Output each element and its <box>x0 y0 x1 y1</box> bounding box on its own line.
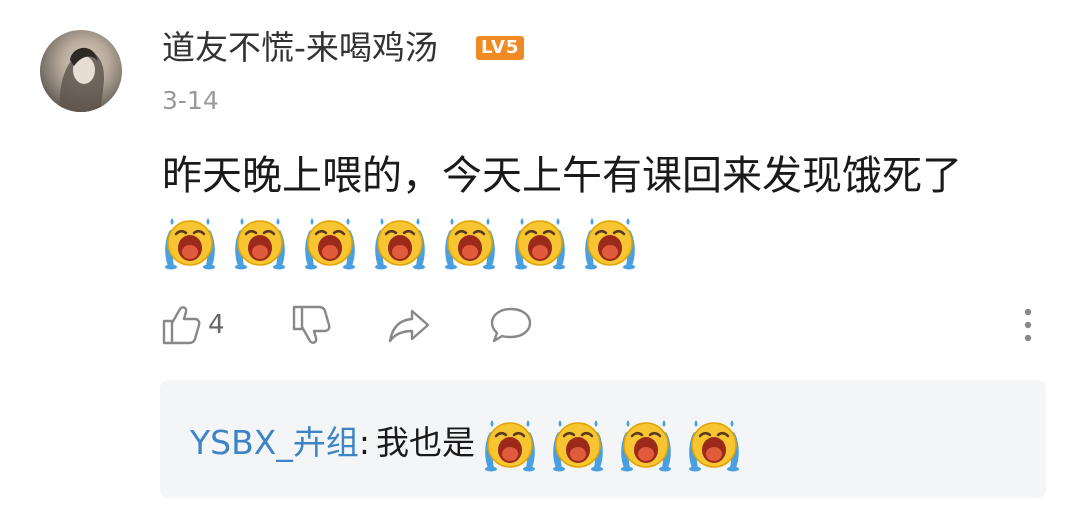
comment-text: 昨天晚上喂的，今天上午有课回来发现饿死了 <box>162 153 962 199</box>
more-options-button[interactable] <box>1018 302 1038 348</box>
comment-icon <box>490 307 532 343</box>
crying-emoji <box>512 212 568 270</box>
reply-colon: : <box>358 423 370 462</box>
reply-button[interactable] <box>488 302 534 348</box>
reply-line: YSBX_卉组 : 我也是 <box>190 414 743 472</box>
crying-emoji <box>582 212 638 270</box>
reply-preview[interactable]: YSBX_卉组 : 我也是 <box>160 380 1046 498</box>
thumbs-down-icon <box>292 305 331 344</box>
action-bar: 4 <box>160 302 1040 348</box>
crying-emoji <box>685 414 743 472</box>
crying-emoji <box>549 414 607 472</box>
like-count: 4 <box>208 310 225 340</box>
comment-card: 道友不慌-来喝鸡汤 LV5 3-14 昨天晚上喂的，今天上午有课回来发现饿死了 … <box>0 0 1080 528</box>
reply-username[interactable]: YSBX_卉组 <box>190 421 359 465</box>
crying-emoji <box>617 414 675 472</box>
crying-emoji <box>442 212 498 270</box>
thumbs-up-icon <box>162 306 201 345</box>
dislike-button[interactable] <box>290 302 334 348</box>
comment-date: 3-14 <box>162 86 219 115</box>
share-button[interactable] <box>386 302 432 348</box>
crying-emoji <box>372 212 428 270</box>
comment-emoji-row <box>162 212 638 272</box>
reply-text: 我也是 <box>375 423 475 462</box>
avatar[interactable] <box>40 30 122 112</box>
like-button[interactable]: 4 <box>160 302 225 348</box>
username[interactable]: 道友不慌-来喝鸡汤 <box>162 26 438 70</box>
crying-emoji <box>162 212 218 270</box>
crying-emoji <box>481 414 539 472</box>
crying-emoji <box>302 212 358 270</box>
share-icon <box>388 309 430 343</box>
crying-emoji <box>232 212 288 270</box>
reply-emoji-row <box>481 414 743 472</box>
level-badge: LV5 <box>476 36 525 60</box>
more-vertical-icon <box>1024 308 1032 342</box>
